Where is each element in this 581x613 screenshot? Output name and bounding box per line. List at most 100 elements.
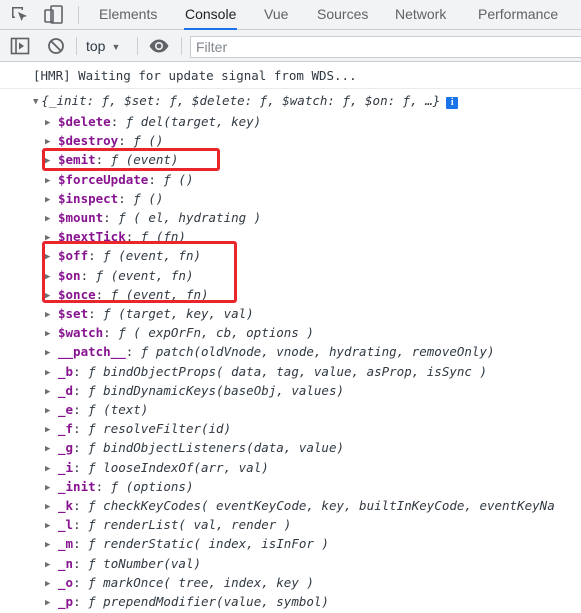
context-selector[interactable]: top ▼ xyxy=(86,37,120,55)
property-value: ƒ ( expOrFn, cb, options ) xyxy=(118,325,314,341)
property-key: $mount xyxy=(58,210,104,225)
device-toolbar-icon[interactable] xyxy=(43,4,65,26)
property-key: $once xyxy=(58,286,96,302)
expand-triangle-icon[interactable]: ▶ xyxy=(45,364,58,383)
property-row-patch[interactable]: ▶ __patch__: ƒ patch(oldVnode, vnode, hyd… xyxy=(45,342,495,361)
property-row-f[interactable]: ▶ _f: ƒ resolveFilter(id) xyxy=(45,419,231,438)
tab-elements[interactable]: Elements xyxy=(98,0,158,30)
property-key: $off xyxy=(58,248,89,264)
property-colon: : xyxy=(88,306,104,321)
property-row-nexttick[interactable]: ▶ $nextTick: ƒ (fn) xyxy=(45,227,186,246)
expand-triangle-icon[interactable]: ▶ xyxy=(45,325,58,344)
property-key: _b xyxy=(58,363,74,379)
expand-triangle-icon[interactable]: ▶ xyxy=(45,114,58,133)
property-colon: : xyxy=(95,478,111,494)
expand-triangle-icon[interactable]: ▶ xyxy=(45,191,58,210)
property-row-once[interactable]: ▶ $once: ƒ (event, fn) xyxy=(45,285,209,304)
clear-console-icon[interactable] xyxy=(45,35,67,57)
expand-triangle-icon[interactable]: ▶ xyxy=(45,440,58,459)
property-colon: : xyxy=(125,344,141,360)
expand-triangle-icon[interactable]: ▶ xyxy=(45,133,58,152)
property-row-delete[interactable]: ▶ $delete: ƒ del(target, key) xyxy=(45,112,261,131)
toolbar-divider-2 xyxy=(137,37,138,55)
property-row-i[interactable]: ▶ _i: ƒ looseIndexOf(arr, val) xyxy=(45,458,269,477)
expand-triangle-icon[interactable]: ▶ xyxy=(45,344,58,363)
property-colon: : xyxy=(73,594,89,609)
property-row-e[interactable]: ▶ _e: ƒ (text) xyxy=(45,400,148,419)
expand-triangle-icon[interactable]: ▶ xyxy=(45,383,58,402)
filter-input[interactable] xyxy=(190,36,581,58)
property-colon: : xyxy=(73,382,89,398)
console-toolbar: top ▼ xyxy=(0,30,581,62)
expand-triangle-icon[interactable]: ▶ xyxy=(45,210,58,229)
property-colon: : xyxy=(95,152,111,168)
expand-triangle-icon[interactable]: ▶ xyxy=(45,575,58,594)
expand-triangle-icon[interactable]: ▶ xyxy=(45,306,58,325)
property-row-d[interactable]: ▶ _d: ƒ bindDynamicKeys(baseObj, values) xyxy=(45,381,344,400)
tab-vue[interactable]: Vue xyxy=(263,0,289,30)
expand-triangle-icon[interactable]: ▶ xyxy=(45,402,58,421)
property-row-o[interactable]: ▶ _o: ƒ markOnce( tree, index, key ) xyxy=(45,573,314,592)
property-colon: : xyxy=(118,190,134,206)
tab-performance[interactable]: Performance xyxy=(477,0,559,30)
show-sidebar-icon[interactable] xyxy=(9,35,31,57)
property-row-p[interactable]: ▶ _p: ƒ prependModifier(value, symbol) xyxy=(45,592,329,611)
property-value: ƒ bindDynamicKeys(baseObj, values) xyxy=(88,382,344,398)
property-row-forceupdate[interactable]: ▶ $forceUpdate: ƒ () xyxy=(45,170,193,189)
expanded-triangle-icon: ▼ xyxy=(33,97,39,107)
expand-triangle-icon[interactable]: ▶ xyxy=(45,421,58,440)
property-row-l[interactable]: ▶ _l: ƒ renderList( val, render ) xyxy=(45,515,291,534)
expand-triangle-icon[interactable]: ▶ xyxy=(45,229,58,248)
property-row-mount[interactable]: ▶ $mount: ƒ ( el, hydrating ) xyxy=(45,208,261,227)
expand-triangle-icon[interactable]: ▶ xyxy=(45,498,58,517)
property-row-m[interactable]: ▶ _m: ƒ renderStatic( index, isInFor ) xyxy=(45,534,329,553)
expand-triangle-icon[interactable]: ▶ xyxy=(45,594,58,613)
property-value: ƒ () xyxy=(163,171,194,187)
property-row-watch[interactable]: ▶ $watch: ƒ ( expOrFn, cb, options ) xyxy=(45,323,314,342)
property-key: _i xyxy=(58,459,74,475)
expand-triangle-icon[interactable]: ▶ xyxy=(45,172,58,191)
toolbar-divider xyxy=(76,37,77,55)
console-message-hmr: [HMR] Waiting for update signal from WDS… xyxy=(0,63,581,89)
object-summary[interactable]: ▼ {_init: ƒ, $set: ƒ, $delete: ƒ, $watch:… xyxy=(33,93,459,109)
expand-triangle-icon[interactable]: ▶ xyxy=(45,152,58,171)
property-key: $delete xyxy=(58,114,111,129)
property-colon: : xyxy=(118,133,134,149)
property-value: ƒ (options) xyxy=(110,478,194,494)
expand-triangle-icon[interactable]: ▶ xyxy=(45,536,58,555)
property-row-b[interactable]: ▶ _b: ƒ bindObjectProps( data, tag, value… xyxy=(45,362,487,381)
property-key: _e xyxy=(58,402,74,417)
expand-triangle-icon[interactable]: ▶ xyxy=(45,479,58,498)
property-colon: : xyxy=(88,248,104,264)
property-row-init[interactable]: ▶ _init: ƒ (options) xyxy=(45,477,194,496)
property-row-k[interactable]: ▶ _k: ƒ checkKeyCodes( eventKeyCode, key,… xyxy=(45,496,555,515)
property-key: _d xyxy=(58,382,74,398)
property-key: _k xyxy=(58,498,74,513)
property-row-on[interactable]: ▶ $on: ƒ (event, fn) xyxy=(45,266,193,285)
info-icon[interactable]: i xyxy=(446,97,459,109)
property-row-inspect[interactable]: ▶ $inspect: ƒ () xyxy=(45,189,163,208)
property-colon: : xyxy=(73,574,89,590)
property-colon: : xyxy=(73,440,89,456)
expand-triangle-icon[interactable]: ▶ xyxy=(45,460,58,479)
property-row-destroy[interactable]: ▶ $destroy: ƒ () xyxy=(45,131,163,150)
property-key: $inspect xyxy=(58,190,119,206)
property-row-off[interactable]: ▶ $off: ƒ (event, fn) xyxy=(45,246,201,265)
expand-triangle-icon[interactable]: ▶ xyxy=(45,248,58,267)
inspect-element-icon[interactable] xyxy=(9,4,31,26)
tab-network[interactable]: Network xyxy=(394,0,447,30)
expand-triangle-icon[interactable]: ▶ xyxy=(45,287,58,306)
expand-triangle-icon[interactable]: ▶ xyxy=(45,517,58,536)
property-row-emit[interactable]: ▶ $emit: ƒ (event) xyxy=(45,150,178,169)
property-colon: : xyxy=(103,210,119,225)
property-row-set[interactable]: ▶ $set: ƒ (target, key, val) xyxy=(45,304,254,323)
property-row-g[interactable]: ▶ _g: ƒ bindObjectListeners(data, value) xyxy=(45,438,344,457)
eye-icon[interactable] xyxy=(148,35,170,57)
tab-sources[interactable]: Sources xyxy=(316,0,369,30)
property-key: $set xyxy=(58,306,89,321)
expand-triangle-icon[interactable]: ▶ xyxy=(45,556,58,575)
tab-console[interactable]: Console xyxy=(184,0,238,30)
property-row-n[interactable]: ▶ _n: ƒ toNumber(val) xyxy=(45,554,201,573)
property-colon: : xyxy=(125,229,141,245)
expand-triangle-icon[interactable]: ▶ xyxy=(45,268,58,287)
